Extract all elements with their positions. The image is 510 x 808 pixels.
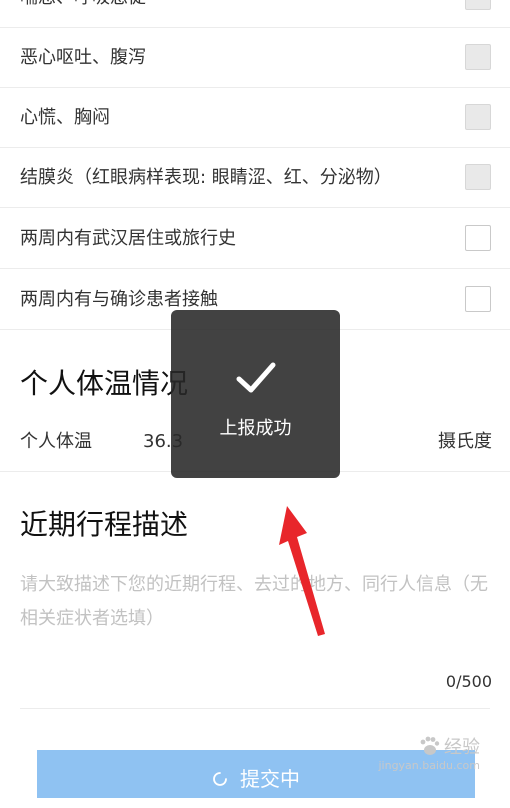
success-toast: 上报成功 [171, 310, 340, 478]
submit-button-label: 提交中 [240, 767, 300, 791]
check-icon [236, 362, 276, 393]
symptom-label: 两周内有武汉居住或旅行史 [20, 228, 236, 249]
itinerary-divider [20, 708, 490, 709]
symptom-checkbox[interactable] [465, 44, 491, 70]
symptom-label: 结膜炎（红眼病样表现: 眼睛涩、红、分泌物） [20, 167, 392, 188]
itinerary-textarea[interactable]: 请大致描述下您的近期行程、去过的地方、同行人信息（无相关症状者选填） [20, 568, 490, 636]
temperature-label: 个人体温 [20, 431, 92, 452]
itinerary-section-title: 近期行程描述 [20, 508, 189, 541]
symptom-checkbox[interactable] [465, 286, 491, 312]
watermark-url: jingyan.baidu.com [378, 759, 480, 772]
temperature-unit: 摄氏度 [438, 431, 492, 452]
symptom-label: 喘息、呼吸急促 [20, 0, 146, 28]
red-arrow-annotation [279, 506, 325, 636]
symptom-row-5[interactable]: 两周内有武汉居住或旅行史 [0, 209, 510, 269]
toast-message: 上报成功 [219, 418, 292, 439]
symptom-row-2[interactable]: 恶心呕吐、腹泻 [0, 28, 510, 88]
symptom-label: 恶心呕吐、腹泻 [20, 47, 146, 68]
symptom-checkbox[interactable] [465, 164, 491, 190]
symptom-checkbox[interactable] [465, 225, 491, 251]
character-counter: 0/500 [445, 672, 492, 691]
loading-spinner-icon [213, 771, 227, 786]
paw-logo-icon [420, 736, 440, 755]
symptom-checkbox[interactable] [465, 0, 491, 10]
symptom-row-3[interactable]: 心慌、胸闷 [0, 88, 510, 148]
symptom-label: 心慌、胸闷 [20, 107, 110, 128]
symptom-row-1[interactable]: 喘息、呼吸急促 [0, 0, 510, 28]
watermark-text: 经验 [444, 737, 480, 758]
baidu-watermark: 经验 jingyan.baidu.com [378, 733, 480, 772]
symptom-row-4[interactable]: 结膜炎（红眼病样表现: 眼睛涩、红、分泌物） [0, 148, 510, 208]
temperature-section-title: 个人体温情况 [20, 367, 189, 400]
symptom-checkbox[interactable] [465, 104, 491, 130]
